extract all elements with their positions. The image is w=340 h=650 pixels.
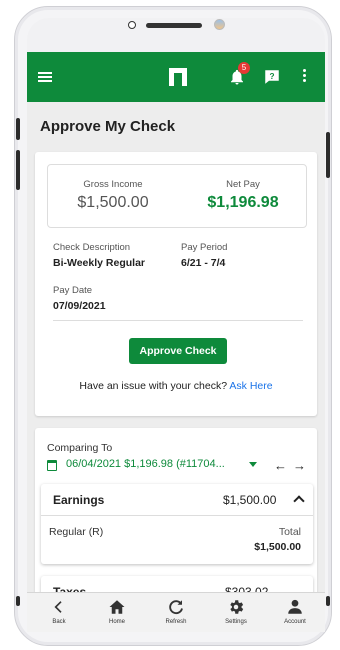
chevron-left-icon — [54, 601, 62, 613]
pay-date-label: Pay Date — [53, 285, 93, 296]
calendar-icon — [47, 460, 57, 471]
hamburger-menu-icon[interactable] — [38, 72, 52, 82]
nav-label: Back — [52, 619, 66, 625]
gross-income: Gross Income $1,500.00 — [48, 179, 178, 212]
volume-button — [16, 150, 20, 190]
notification-badge: 5 — [238, 62, 250, 74]
paylocity-logo-icon[interactable] — [169, 68, 187, 86]
frame-edge — [326, 596, 330, 606]
pay-period-value: 6/21 - 7/4 — [181, 257, 226, 269]
check-description-value: Bi-Weekly Regular — [53, 257, 146, 269]
app-screen: 5 ? Approve My Check Gross Income $1,500… — [27, 52, 325, 632]
issue-prompt: Have an issue with your check? Ask Here — [35, 380, 317, 392]
bottom-navigation: Back Home Refresh Settings Account — [27, 592, 325, 632]
nav-account[interactable]: Account — [269, 597, 321, 625]
more-vertical-icon[interactable] — [303, 69, 307, 85]
person-icon — [288, 599, 302, 614]
net-pay: Net Pay $1,196.98 — [178, 179, 308, 212]
chevron-up-icon[interactable] — [293, 495, 305, 507]
dropdown-caret-icon[interactable] — [249, 462, 257, 467]
pay-period-label: Pay Period — [181, 242, 228, 253]
approve-check-button[interactable]: Approve Check — [129, 338, 227, 364]
nav-home[interactable]: Home — [91, 597, 143, 625]
nav-settings[interactable]: Settings — [210, 597, 262, 625]
volume-button — [16, 118, 20, 140]
earnings-total: $1,500.00 — [223, 493, 277, 507]
nav-label: Account — [284, 619, 306, 625]
pay-summary: Gross Income $1,500.00 Net Pay $1,196.98 — [47, 164, 307, 228]
nav-label: Settings — [225, 619, 247, 625]
sensor-icon — [214, 19, 225, 30]
comparing-label: Comparing To — [47, 442, 113, 454]
svg-text:?: ? — [269, 72, 274, 81]
gear-icon — [230, 600, 244, 614]
gross-income-value: $1,500.00 — [77, 194, 149, 211]
comparison-selected-value[interactable]: 06/04/2021 $1,196.98 (#11704... — [66, 458, 225, 470]
nav-back[interactable]: Back — [33, 597, 85, 625]
frame-edge — [16, 596, 20, 606]
camera-icon — [128, 21, 136, 29]
power-button — [326, 132, 330, 178]
nav-refresh[interactable]: Refresh — [150, 597, 202, 625]
pay-period: Pay Period 6/21 - 7/4 — [181, 242, 227, 269]
check-description-label: Check Description — [53, 242, 131, 253]
arrow-right-icon[interactable]: → — [293, 458, 306, 473]
earnings-row-label: Regular (R) — [49, 526, 104, 538]
arrow-left-icon[interactable]: ← — [274, 458, 287, 473]
refresh-icon — [169, 600, 183, 615]
earnings-title: Earnings — [53, 493, 105, 507]
gross-income-label: Gross Income — [83, 179, 143, 190]
nav-label: Refresh — [165, 619, 187, 625]
earnings-column-label: Total — [278, 526, 301, 538]
page-title: Approve My Check — [40, 118, 176, 135]
net-pay-value: $1,196.98 — [207, 194, 279, 211]
issue-text: Have an issue with your check? — [79, 380, 228, 392]
comparison-select[interactable]: 06/04/2021 $1,196.98 (#11704... ← → — [47, 458, 309, 474]
nav-label: Home — [108, 619, 125, 625]
home-icon — [109, 600, 125, 614]
ask-here-link[interactable]: Ask Here — [229, 380, 272, 392]
net-pay-label: Net Pay — [226, 179, 260, 190]
earnings-row-value: $1,500.00 — [254, 541, 301, 553]
pay-date: Pay Date 07/09/2021 — [53, 285, 106, 312]
earnings-panel: Earnings $1,500.00 Regular (R) Total $1,… — [41, 484, 313, 564]
divider — [53, 320, 303, 321]
help-chat-icon[interactable]: ? — [263, 68, 281, 86]
earnings-header[interactable]: Earnings $1,500.00 — [41, 484, 313, 516]
app-bar: 5 ? — [27, 52, 325, 102]
pay-date-value: 07/09/2021 — [53, 300, 106, 312]
check-description: Check Description Bi-Weekly Regular — [53, 242, 145, 269]
speaker-grille — [146, 23, 202, 28]
check-card: Gross Income $1,500.00 Net Pay $1,196.98… — [35, 152, 317, 416]
